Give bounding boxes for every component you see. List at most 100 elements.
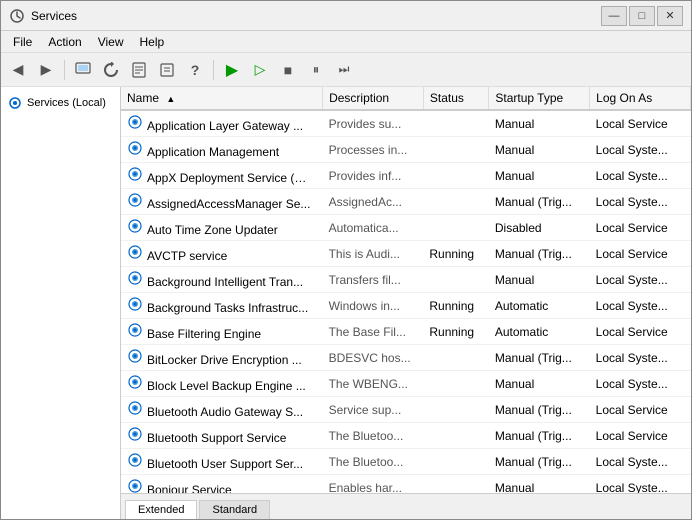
service-status-cell (423, 345, 489, 371)
col-header-status[interactable]: Status (423, 87, 489, 110)
service-name-cell: BitLocker Drive Encryption ... (121, 345, 323, 371)
service-description-cell: BDESVC hos... (323, 345, 424, 371)
service-status-cell (423, 423, 489, 449)
table-row[interactable]: Auto Time Zone UpdaterAutomatica...Disab… (121, 215, 691, 241)
service-logon-cell: Local Service (590, 397, 691, 423)
toolbar-separator-2 (213, 60, 214, 80)
col-header-logon[interactable]: Log On As (590, 87, 691, 110)
service-status-cell (423, 449, 489, 475)
sidebar-services-local[interactable]: Services (Local) (1, 91, 120, 115)
service-name-cell: Background Intelligent Tran... (121, 267, 323, 293)
service-icon (127, 400, 143, 416)
service-name-cell: Auto Time Zone Updater (121, 215, 323, 241)
menu-file[interactable]: File (5, 33, 40, 51)
service-startup-cell: Manual (Trig... (489, 397, 590, 423)
table-row[interactable]: Application ManagementProcesses in...Man… (121, 137, 691, 163)
service-name-text: Background Tasks Infrastruc... (147, 301, 308, 315)
forward-button[interactable]: ▶ (33, 57, 59, 83)
service-name-cell: Bonjour Service (121, 475, 323, 494)
service-description-cell: Processes in... (323, 137, 424, 163)
service-status-cell: Running (423, 319, 489, 345)
service-name-text: AVCTP service (147, 249, 227, 263)
refresh-button[interactable] (98, 57, 124, 83)
col-header-name[interactable]: Name ▲ (121, 87, 323, 110)
maximize-button[interactable]: □ (629, 6, 655, 26)
service-startup-cell: Manual (Trig... (489, 345, 590, 371)
show-hide-console-button[interactable] (70, 57, 96, 83)
table-row[interactable]: Base Filtering EngineThe Base Fil...Runn… (121, 319, 691, 345)
service-name-text: AppX Deployment Service (… (147, 171, 306, 185)
service-startup-cell: Manual (489, 267, 590, 293)
service-logon-cell: Local Service (590, 110, 691, 137)
sidebar-item-label: Services (Local) (27, 97, 106, 109)
start-service-button[interactable]: ▶ (219, 57, 245, 83)
service-name-cell: Application Management (121, 137, 323, 163)
service-description-cell: The Bluetoo... (323, 423, 424, 449)
col-header-description[interactable]: Description (323, 87, 424, 110)
table-row[interactable]: AVCTP serviceThis is Audi...RunningManua… (121, 241, 691, 267)
resume-service-button[interactable]: ⏭ (331, 57, 357, 83)
service-logon-cell: Local Service (590, 241, 691, 267)
table-row[interactable]: Bluetooth Support ServiceThe Bluetoo...M… (121, 423, 691, 449)
service-name-text: Base Filtering Engine (147, 327, 261, 341)
service-startup-cell: Manual (Trig... (489, 449, 590, 475)
menu-action[interactable]: Action (40, 33, 89, 51)
menu-help[interactable]: Help (132, 33, 173, 51)
service-icon (127, 192, 143, 208)
service-status-cell (423, 137, 489, 163)
table-row[interactable]: Bluetooth User Support Ser...The Bluetoo… (121, 449, 691, 475)
pause-service-button[interactable]: ⏸ (303, 57, 329, 83)
table-row[interactable]: BitLocker Drive Encryption ...BDESVC hos… (121, 345, 691, 371)
service-name-cell: Bluetooth Support Service (121, 423, 323, 449)
export-list-button[interactable] (126, 57, 152, 83)
services-table-container[interactable]: Name ▲ Description Status Startup Type L… (121, 87, 691, 493)
start-service2-button[interactable]: ▷ (247, 57, 273, 83)
service-name-cell: Background Tasks Infrastruc... (121, 293, 323, 319)
service-icon (127, 140, 143, 156)
close-button[interactable]: ✕ (657, 6, 683, 26)
service-status-cell (423, 215, 489, 241)
back-button[interactable]: ◀ (5, 57, 31, 83)
tab-bar: Extended Standard (121, 493, 691, 519)
service-startup-cell: Automatic (489, 319, 590, 345)
service-name-cell: AVCTP service (121, 241, 323, 267)
table-row[interactable]: Bonjour Service Enables har... ManualLocal… (121, 475, 691, 494)
table-row[interactable]: AppX Deployment Service (…Provides inf..… (121, 163, 691, 189)
service-startup-cell: Manual (Trig... (489, 189, 590, 215)
table-row[interactable]: Block Level Backup Engine ...The WBENG..… (121, 371, 691, 397)
service-name-text: AssignedAccessManager Se... (147, 197, 310, 211)
service-description-cell: Service sup... (323, 397, 424, 423)
properties-button[interactable] (154, 57, 180, 83)
service-name-text: Bonjour Service (147, 483, 232, 493)
table-row[interactable]: Application Layer Gateway ...Provides su… (121, 110, 691, 137)
service-description-cell: Automatica... (323, 215, 424, 241)
title-bar: Services — □ ✕ (1, 1, 691, 31)
window-title: Services (31, 9, 601, 23)
service-description-cell: Windows in... (323, 293, 424, 319)
service-logon-cell: Local Syste... (590, 475, 691, 494)
service-name-cell: Bluetooth User Support Ser... (121, 449, 323, 475)
col-header-startup[interactable]: Startup Type (489, 87, 590, 110)
table-row[interactable]: Bluetooth Audio Gateway S...Service sup.… (121, 397, 691, 423)
menu-view[interactable]: View (90, 33, 132, 51)
services-table-body: Application Layer Gateway ...Provides su… (121, 110, 691, 493)
service-icon (127, 244, 143, 260)
service-icon (127, 478, 143, 493)
help-button[interactable]: ? (182, 57, 208, 83)
service-description-cell: Enables har... (323, 475, 424, 494)
service-logon-cell: Local Syste... (590, 345, 691, 371)
service-status-cell (423, 267, 489, 293)
table-row[interactable]: Background Tasks Infrastruc... Windows in… (121, 293, 691, 319)
table-row[interactable]: AssignedAccessManager Se...AssignedAc...… (121, 189, 691, 215)
tab-standard[interactable]: Standard (199, 500, 270, 519)
minimize-button[interactable]: — (601, 6, 627, 26)
service-name-text: Auto Time Zone Updater (147, 223, 278, 237)
service-description-cell: This is Audi... (323, 241, 424, 267)
content-area: Services (Local) Name ▲ Description Stat… (1, 87, 691, 519)
table-row[interactable]: Background Intelligent Tran...Transfers … (121, 267, 691, 293)
stop-service-button[interactable]: ■ (275, 57, 301, 83)
service-startup-cell: Manual (489, 475, 590, 494)
tab-extended[interactable]: Extended (125, 500, 197, 519)
service-name-text: Block Level Backup Engine ... (147, 379, 306, 393)
sidebar: Services (Local) (1, 87, 121, 519)
